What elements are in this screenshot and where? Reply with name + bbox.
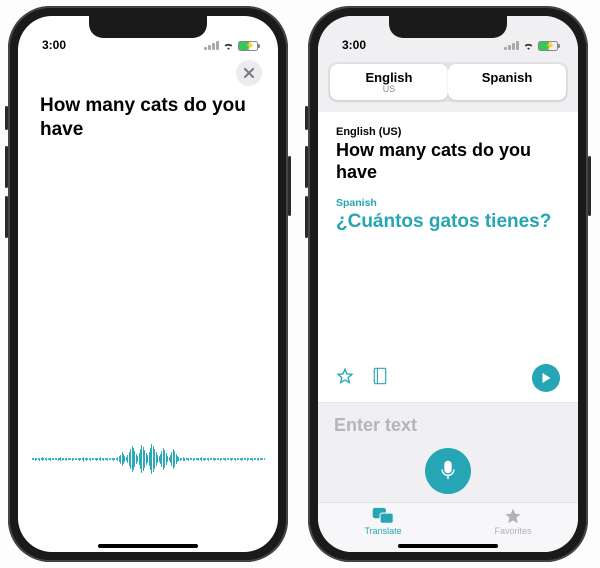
phone-voice-input: 3:00 ⚡ How many cats do you have	[8, 6, 288, 562]
status-time: 3:00	[342, 38, 366, 52]
notch	[389, 16, 507, 38]
dictation-text: How many cats do you have	[40, 94, 256, 142]
cellular-signal-icon	[504, 41, 519, 50]
tab-translate-label: Translate	[364, 526, 401, 536]
battery-icon: ⚡	[238, 41, 258, 51]
tab-favorites[interactable]: Favorites	[495, 507, 532, 536]
cellular-signal-icon	[204, 41, 219, 50]
close-button[interactable]	[236, 60, 262, 86]
source-lang-label: English (US)	[336, 126, 560, 138]
translation-card: English (US) How many cats do you have S…	[318, 112, 578, 402]
wifi-icon	[522, 39, 535, 52]
home-indicator[interactable]	[398, 544, 498, 548]
target-text: ¿Cuántos gatos tienes?	[336, 211, 560, 233]
text-input-placeholder[interactable]: Enter text	[334, 415, 562, 436]
input-area: Enter text	[318, 402, 578, 502]
microphone-button[interactable]	[425, 448, 471, 494]
dictionary-book-icon[interactable]	[372, 367, 388, 390]
source-language-tab[interactable]: English US	[330, 64, 448, 100]
source-language-sub: US	[334, 84, 444, 94]
target-language-tab[interactable]: Spanish	[448, 64, 566, 100]
battery-icon: ⚡	[538, 41, 558, 51]
source-text: How many cats do you have	[336, 140, 560, 183]
audio-waveform	[18, 444, 278, 474]
home-indicator[interactable]	[98, 544, 198, 548]
target-language-label: Spanish	[482, 70, 533, 85]
language-selector: English US Spanish	[328, 62, 568, 102]
status-time: 3:00	[42, 38, 66, 52]
favorite-star-icon[interactable]	[336, 367, 354, 390]
tab-translate[interactable]: Translate	[364, 507, 401, 536]
phone-translate-result: 3:00 ⚡ English US Spanish English	[308, 6, 588, 562]
play-audio-button[interactable]	[532, 364, 560, 392]
target-lang-label: Spanish	[336, 197, 560, 209]
source-language-label: English	[366, 70, 413, 85]
notch	[89, 16, 207, 38]
tab-favorites-label: Favorites	[495, 526, 532, 536]
wifi-icon	[222, 39, 235, 52]
